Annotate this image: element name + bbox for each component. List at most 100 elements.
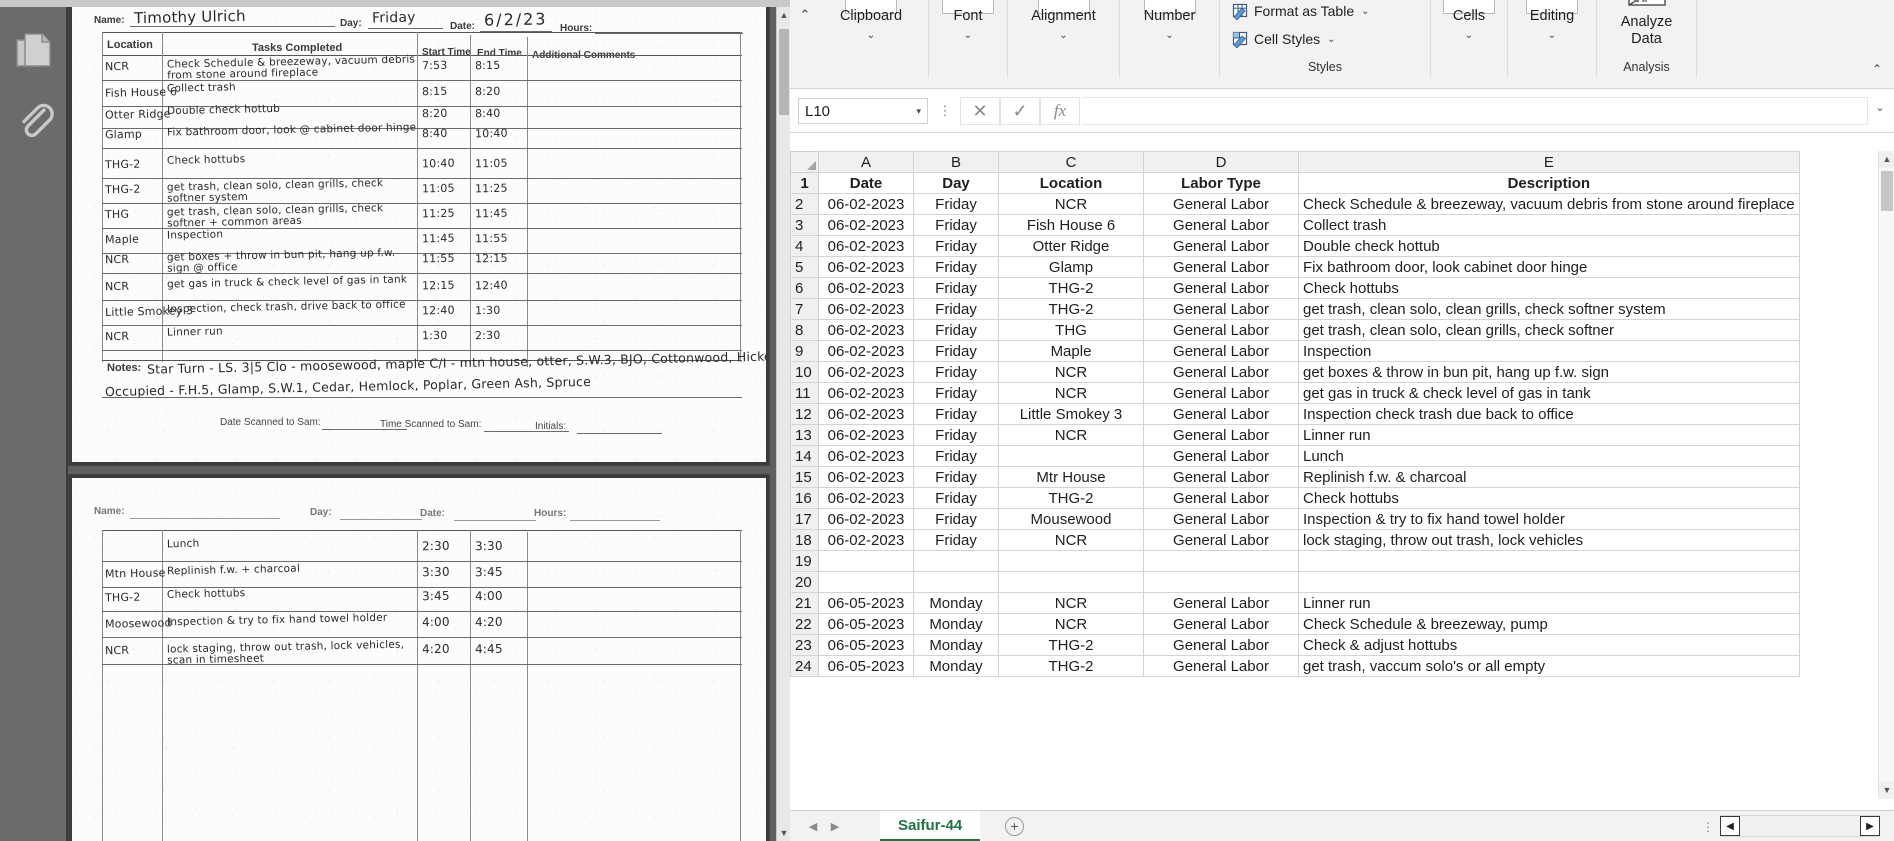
cell-location[interactable]: NCR — [998, 424, 1144, 446]
cell-day[interactable]: Monday — [913, 592, 999, 614]
cell-labor-type[interactable]: General Labor — [1143, 655, 1299, 677]
cell-labor-type[interactable]: General Labor — [1143, 592, 1299, 614]
cell-description[interactable]: Check Schedule & breezeway, pump — [1298, 613, 1800, 635]
row-header-15[interactable]: 15 — [790, 466, 819, 488]
cell-description[interactable]: Linner run — [1298, 592, 1800, 614]
row-header-18[interactable]: 18 — [790, 529, 819, 551]
cell-labor-type[interactable]: General Labor — [1143, 193, 1299, 215]
cell-labor-type[interactable]: General Labor — [1143, 466, 1299, 488]
prev-sheet-icon[interactable]: ◀ — [804, 818, 822, 836]
cell-date[interactable]: 06-02-2023 — [818, 235, 914, 257]
cell-location[interactable]: Fish House 6 — [998, 214, 1144, 236]
cell-location[interactable] — [998, 571, 1144, 593]
cell-date[interactable]: 06-02-2023 — [818, 403, 914, 425]
cell-day[interactable]: Friday — [913, 403, 999, 425]
cell-labor-type[interactable]: General Labor — [1143, 256, 1299, 278]
cell-day[interactable] — [913, 550, 999, 572]
row-header-21[interactable]: 21 — [790, 592, 819, 614]
row-header-4[interactable]: 4 — [790, 235, 819, 257]
cell-day[interactable]: Friday — [913, 508, 999, 530]
cell-location[interactable]: Glamp — [998, 256, 1144, 278]
cell-location[interactable]: Mousewood — [998, 508, 1144, 530]
cell-labor-type[interactable]: Labor Type — [1143, 172, 1299, 194]
number-caret-icon[interactable]: ⌄ — [1120, 30, 1219, 41]
cell-location[interactable]: NCR — [998, 592, 1144, 614]
cell-day[interactable]: Friday — [913, 319, 999, 341]
row-header-6[interactable]: 6 — [790, 277, 819, 299]
row-header-9[interactable]: 9 — [790, 340, 819, 362]
row-header-11[interactable]: 11 — [790, 382, 819, 404]
cell-date[interactable]: 06-02-2023 — [818, 529, 914, 551]
tab-bar-grip-icon[interactable]: ⋮ — [1702, 818, 1714, 836]
clipboard-caret-icon[interactable]: ⌄ — [814, 30, 928, 41]
cell-description[interactable]: Check hottubs — [1298, 487, 1800, 509]
cell-day[interactable]: Monday — [913, 655, 999, 677]
cell-date[interactable]: 06-02-2023 — [818, 361, 914, 383]
cell-labor-type[interactable]: General Labor — [1143, 277, 1299, 299]
cell-day[interactable]: Friday — [913, 424, 999, 446]
cell-date[interactable]: 06-02-2023 — [818, 487, 914, 509]
pdf-scroll-down-icon[interactable]: ▼ — [777, 825, 791, 841]
cell-description[interactable]: Check hottubs — [1298, 277, 1800, 299]
cell-description[interactable] — [1298, 571, 1800, 593]
cell-labor-type[interactable]: General Labor — [1143, 235, 1299, 257]
cell-labor-type[interactable]: General Labor — [1143, 382, 1299, 404]
pdf-scroll-up-icon[interactable]: ▲ — [777, 7, 791, 23]
cell-description[interactable]: Lunch — [1298, 445, 1800, 467]
cell-styles-chevron-icon[interactable]: ⌄ — [1327, 34, 1335, 45]
cell-labor-type[interactable]: General Labor — [1143, 298, 1299, 320]
row-header-13[interactable]: 13 — [790, 424, 819, 446]
cell-description[interactable]: get trash, vaccum solo's or all empty — [1298, 655, 1800, 677]
row-header-3[interactable]: 3 — [790, 214, 819, 236]
cell-description[interactable]: Inspection — [1298, 340, 1800, 362]
cell-description[interactable]: get trash, clean solo, clean grills, che… — [1298, 298, 1800, 320]
row-header-16[interactable]: 16 — [790, 487, 819, 509]
cell-date[interactable]: 06-02-2023 — [818, 424, 914, 446]
cell-day[interactable]: Friday — [913, 445, 999, 467]
add-sheet-button[interactable]: + — [1005, 817, 1024, 836]
ribbon-group-editing[interactable]: Editing ⌄ — [1508, 0, 1597, 78]
cell-labor-type[interactable]: General Labor — [1143, 319, 1299, 341]
cell-day[interactable]: Friday — [913, 382, 999, 404]
enter-checkmark-icon[interactable]: ✓ — [1000, 97, 1040, 125]
cell-date[interactable]: 06-02-2023 — [818, 193, 914, 215]
cell-location[interactable]: Location — [998, 172, 1144, 194]
sheet-horizontal-scrollbar[interactable]: ◀ ▶ — [1720, 815, 1880, 837]
cell-date[interactable]: 06-02-2023 — [818, 256, 914, 278]
cell-day[interactable]: Friday — [913, 256, 999, 278]
row-header-2[interactable]: 2 — [790, 193, 819, 215]
attachment-paperclip-icon[interactable] — [14, 99, 56, 141]
cell-labor-type[interactable]: General Labor — [1143, 403, 1299, 425]
cell-description[interactable]: get trash, clean solo, clean grills, che… — [1298, 319, 1800, 341]
table-row[interactable]: 24 06-05-2023 Monday THG-2 General Labor get … — [790, 655, 1800, 677]
sheet-scroll-thumb[interactable] — [1881, 171, 1893, 211]
formula-bar-expand-icon[interactable]: ⌄ — [1872, 101, 1888, 119]
table-row[interactable]: 15 06-02-2023 Friday Mtr House General Labor… — [790, 466, 1800, 488]
cell-day[interactable]: Day — [913, 172, 999, 194]
sheet-scroll-down-icon[interactable]: ▼ — [1879, 782, 1894, 799]
row-header-8[interactable]: 8 — [790, 319, 819, 341]
ribbon-group-alignment[interactable]: Alignment ⌄ — [1008, 0, 1120, 78]
editing-caret-icon[interactable]: ⌄ — [1508, 30, 1596, 41]
cell-day[interactable]: Friday — [913, 340, 999, 362]
cell-date[interactable]: 06-02-2023 — [818, 466, 914, 488]
cell-day[interactable]: Friday — [913, 277, 999, 299]
cancel-icon[interactable]: ✕ — [960, 97, 1000, 125]
cell-location[interactable]: THG-2 — [998, 634, 1144, 656]
cell-location[interactable] — [998, 445, 1144, 467]
font-caret-icon[interactable]: ⌄ — [929, 30, 1007, 41]
cell-date[interactable]: 06-05-2023 — [818, 592, 914, 614]
cell-description[interactable]: Linner run — [1298, 424, 1800, 446]
cell-description[interactable]: Inspection & try to fix hand towel holde… — [1298, 508, 1800, 530]
column-header-e[interactable]: E — [1298, 151, 1800, 173]
cell-location[interactable]: THG-2 — [998, 298, 1144, 320]
cell-date[interactable] — [818, 571, 914, 593]
cell-date[interactable]: 06-05-2023 — [818, 655, 914, 677]
cell-date[interactable]: 06-02-2023 — [818, 298, 914, 320]
cell-labor-type[interactable]: General Labor — [1143, 424, 1299, 446]
cell-location[interactable]: THG — [998, 319, 1144, 341]
sheet-tab-saifur-44[interactable]: Saifur-44 — [880, 811, 981, 841]
table-row[interactable]: 22 06-05-2023 Monday NCR General Labor Check … — [790, 613, 1800, 635]
row-header-5[interactable]: 5 — [790, 256, 819, 278]
cell-labor-type[interactable] — [1143, 550, 1299, 572]
